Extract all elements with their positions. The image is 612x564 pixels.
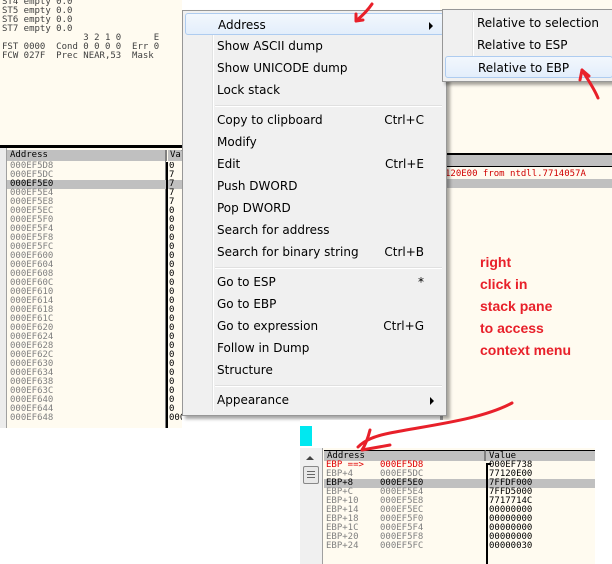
- menu-separator: [215, 385, 442, 387]
- context-menu: Address Show ASCII dump Show UNICODE dum…: [182, 10, 447, 416]
- frame-bracket: [166, 162, 168, 428]
- ebp-offset-label: EBP+24: [326, 541, 359, 551]
- menu-item-follow-in-dump[interactable]: Follow in Dump: [185, 337, 444, 359]
- menu-item-shortcut: Ctrl+E: [385, 157, 424, 171]
- vertical-scrollbar[interactable]: [300, 448, 323, 564]
- fpu-registers-panel: ST4 empty 0.0 ST5 empty 0.0 ST6 empty 0.…: [0, 0, 182, 145]
- result-inset: Address Value EBP ==> 000EF5D8 000EF738 EBP…: [300, 420, 612, 564]
- stack-row[interactable]: EBP+20 000EF5F8 00000000: [324, 533, 595, 542]
- menu-item-shortcut: Ctrl+C: [384, 113, 424, 127]
- menu-item-structure[interactable]: Structure: [185, 359, 444, 381]
- stack-row[interactable]: 000EF648: [7, 414, 182, 423]
- annotation-line: to access: [480, 320, 544, 336]
- inset-rows: EBP ==> 000EF5D8 000EF738 EBP+4 000EF5DC 7712…: [324, 461, 595, 551]
- menu-item-label: Appearance: [217, 393, 290, 407]
- annotation-line: stack pane: [480, 298, 553, 314]
- submenu-arrow-icon: [429, 22, 433, 30]
- menu-item-label: Follow in Dump: [217, 341, 310, 355]
- stack-address: 000EF5FC: [380, 541, 424, 551]
- pane-border: [443, 166, 612, 167]
- stack-row[interactable]: EBP+18 000EF5F0 00000000: [324, 515, 595, 524]
- menu-item-label: Edit: [217, 157, 241, 171]
- menu-item-relative-to-ebp[interactable]: Relative to EBP: [445, 56, 612, 78]
- menu-item-label: Go to expression: [217, 319, 319, 333]
- menu-item-label: Show UNICODE dump: [217, 61, 348, 75]
- menu-item-search-for-address[interactable]: Search for address: [185, 219, 444, 241]
- annotation-text: right click in stack pane to access cont…: [480, 251, 571, 361]
- frame-bracket: [486, 463, 488, 564]
- menu-item-label: Search for address: [217, 223, 330, 237]
- menu-separator: [215, 105, 442, 107]
- menu-item-edit[interactable]: Edit Ctrl+E: [185, 153, 444, 175]
- menu-item-go-to-expression[interactable]: Go to expression Ctrl+G: [185, 315, 444, 337]
- annotation-line: click in: [480, 276, 528, 292]
- menu-item-push-dword[interactable]: Push DWORD: [185, 175, 444, 197]
- menu-item-label: Structure: [217, 363, 273, 377]
- menu-item-label: Address: [218, 18, 266, 32]
- menu-item-show-unicode-dump[interactable]: Show UNICODE dump: [185, 57, 444, 79]
- stack-row[interactable]: EBP+1C 000EF5F4 00000000: [324, 524, 595, 533]
- menu-item-label: Relative to EBP: [478, 61, 570, 75]
- column-header-address[interactable]: Address: [7, 150, 167, 161]
- submenu-arrow-icon: [430, 397, 434, 405]
- stack-pane[interactable]: Address Value 000EF5D8000EF5DC000EF5E000…: [0, 145, 182, 428]
- frame-bracket-top: [486, 463, 491, 465]
- stack-row[interactable]: EBP+8 000EF5E0 7FFDF000: [324, 479, 595, 488]
- stack-value: 00000030: [489, 541, 533, 551]
- stack-rows: 000EF5D8 000EF5DC 000EF5E0 000EF5E4 000EF5E8…: [7, 162, 182, 423]
- menu-item-label: Push DWORD: [217, 179, 298, 193]
- menu-item-go-to-ebp[interactable]: Go to EBP: [185, 293, 444, 315]
- menu-item-lock-stack[interactable]: Lock stack: [185, 79, 444, 101]
- stack-row[interactable]: EBP+14 000EF5EC 00000000: [324, 506, 595, 515]
- menu-item-modify[interactable]: Modify: [185, 131, 444, 153]
- annotation-line: context menu: [480, 342, 572, 358]
- menu-item-label: Search for binary string: [217, 245, 359, 259]
- cyan-marker: [300, 426, 312, 446]
- menu-item-copy-to-clipboard[interactable]: Copy to clipboard Ctrl+C: [185, 109, 444, 131]
- stack-values: 077770000000000000000000000000000008: [169, 162, 182, 423]
- stack-comment: 120E00 from ntdll.7714057A: [445, 169, 586, 179]
- menu-item-shortcut: Ctrl+B: [384, 245, 424, 259]
- stack-row[interactable]: EBP+C 000EF5E4 7FFD5000: [324, 488, 595, 497]
- menu-item-search-for-binary-string[interactable]: Search for binary string Ctrl+B: [185, 241, 444, 263]
- address-submenu: Relative to selection Relative to ESP Re…: [442, 9, 612, 82]
- stack-row[interactable]: EBP+10 000EF5E8 7717714C: [324, 497, 595, 506]
- menu-item-label: Pop DWORD: [217, 201, 291, 215]
- scroll-thumb[interactable]: [303, 466, 319, 484]
- menu-item-appearance[interactable]: Appearance: [185, 389, 444, 411]
- dump-header: [443, 155, 612, 166]
- menu-separator: [215, 267, 442, 269]
- menu-item-shortcut: Ctrl+G: [383, 319, 424, 333]
- stack-address: 000EF648: [10, 413, 54, 423]
- menu-item-label: Relative to selection: [477, 16, 600, 30]
- stack-row[interactable]: EBP+24 000EF5FC 00000030: [324, 542, 595, 551]
- column-header-label: Value: [170, 150, 182, 160]
- scroll-up-icon[interactable]: [306, 456, 314, 460]
- menu-item-relative-to-selection[interactable]: Relative to selection: [445, 12, 612, 34]
- menu-item-label: Relative to ESP: [477, 38, 568, 52]
- stack-row[interactable]: EBP ==> 000EF5D8 000EF738: [324, 461, 595, 470]
- menu-item-go-to-esp[interactable]: Go to ESP *: [185, 271, 444, 293]
- menu-item-label: Copy to clipboard: [217, 113, 323, 127]
- menu-item-address[interactable]: Address: [185, 13, 444, 35]
- menu-item-relative-to-esp[interactable]: Relative to ESP: [445, 34, 612, 56]
- menu-item-label: Show ASCII dump: [217, 39, 323, 53]
- menu-item-label: Modify: [217, 135, 257, 149]
- menu-item-label: Go to EBP: [217, 297, 277, 311]
- selected-row-highlight: [443, 179, 612, 188]
- stack-pane-relative-ebp[interactable]: Address Value EBP ==> 000EF5D8 000EF738 EBP…: [300, 448, 595, 564]
- pane-gutter: [0, 148, 7, 428]
- column-header-label: Address: [10, 150, 48, 160]
- menu-item-label: Go to ESP: [217, 275, 276, 289]
- column-header-value[interactable]: Value: [168, 150, 182, 161]
- menu-item-label: Lock stack: [217, 83, 281, 97]
- menu-item-show-ascii-dump[interactable]: Show ASCII dump: [185, 35, 444, 57]
- menu-item-shortcut: *: [418, 275, 424, 289]
- stack-value: 00000008: [169, 413, 182, 423]
- stack-row[interactable]: EBP+4 000EF5DC 77120E00: [324, 470, 595, 479]
- annotation-line: right: [480, 254, 512, 270]
- fpu-control-word: FCW 027F Prec NEAR,53 Mask: [2, 51, 154, 61]
- menu-item-pop-dword[interactable]: Pop DWORD: [185, 197, 444, 219]
